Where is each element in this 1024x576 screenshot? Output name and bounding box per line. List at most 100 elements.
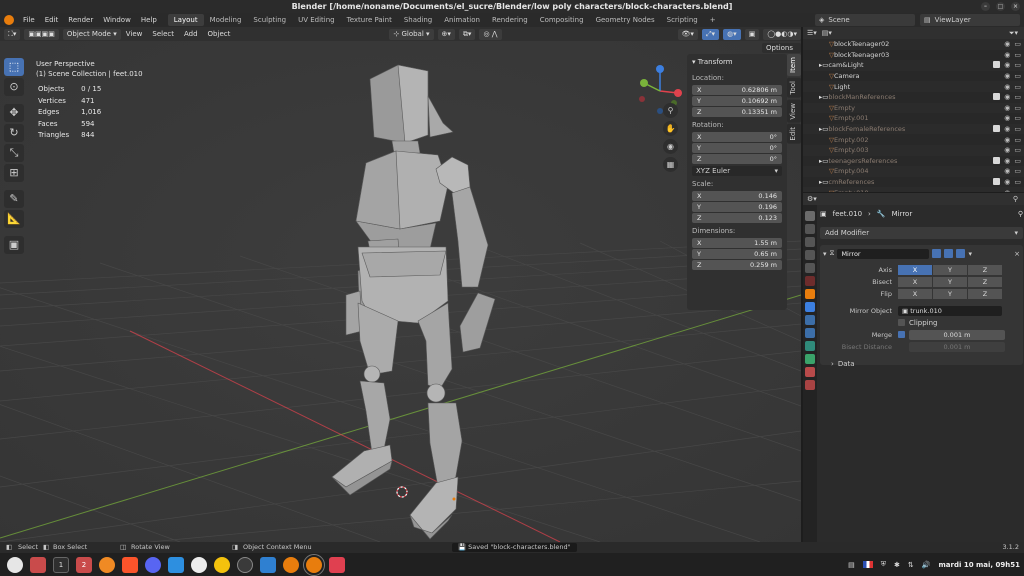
dimensions-x-field[interactable]: X 1.55 m (692, 238, 782, 248)
object-tab-icon[interactable] (805, 289, 815, 299)
data-subpanel[interactable]: › Data (823, 358, 1020, 369)
view-layer-selector[interactable]: ▤ ViewLayer (920, 14, 1020, 26)
scale-tool-icon[interactable]: ⤡ (4, 144, 24, 162)
camera-icon[interactable]: ▭ (1014, 167, 1021, 175)
outliner-item[interactable]: ▽ Empty.002 ◉ ▭ (803, 134, 1024, 145)
blender-active-icon[interactable] (303, 553, 325, 576)
maximize-icon[interactable]: □ (996, 2, 1005, 11)
camera-icon[interactable]: ▭ (1014, 136, 1021, 144)
axis-x-toggle[interactable]: X (898, 264, 932, 275)
menu-view[interactable]: View (121, 30, 148, 38)
physics-tab-icon[interactable] (805, 328, 815, 338)
camera-icon[interactable]: ▭ (1014, 93, 1021, 101)
rotate-tool-icon[interactable]: ↻ (4, 124, 24, 142)
move-tool-icon[interactable]: ✥ (4, 104, 24, 122)
camera-icon[interactable]: ▭ (1014, 83, 1021, 91)
annotate-tool-icon[interactable]: ✎ (4, 190, 24, 208)
folder-icon[interactable]: 2 (76, 556, 92, 573)
menu-edit[interactable]: Edit (40, 13, 64, 27)
discord-icon[interactable] (145, 556, 161, 573)
eye-icon[interactable]: ◉ (1004, 93, 1010, 101)
properties-search-icon[interactable]: ⚲ (1013, 195, 1018, 203)
camera-icon[interactable]: ▭ (1014, 125, 1021, 133)
render-tab-icon[interactable] (805, 224, 815, 234)
exclude-checkbox[interactable] (993, 125, 1001, 133)
flip-y-toggle[interactable]: Y (933, 288, 967, 299)
remove-modifier-icon[interactable]: × (1014, 250, 1020, 258)
edit-mode-toggle-icon[interactable] (932, 249, 942, 258)
scale-z-field[interactable]: Z 0.123 (692, 213, 782, 223)
vscode-icon[interactable] (260, 556, 276, 573)
menu-file[interactable]: File (18, 13, 40, 27)
editor-type-icon[interactable]: ⛶▾ (4, 28, 21, 40)
bisect-x-toggle[interactable]: X (898, 276, 932, 287)
dimensions-z-field[interactable]: Z 0.259 m (692, 260, 782, 270)
eye-icon[interactable]: ◉ (1004, 61, 1010, 69)
shading-mode-icons[interactable]: ◯●◐◑▾ (763, 28, 801, 40)
camera-icon[interactable]: ▭ (1014, 61, 1021, 69)
volume-icon[interactable]: 🔊 (922, 561, 931, 569)
output-tab-icon[interactable] (805, 237, 815, 247)
outliner-item[interactable]: ▽ Empty ◉ ▭ (803, 102, 1024, 114)
menu-window[interactable]: Window (98, 13, 136, 27)
file-manager-icon[interactable] (30, 556, 46, 573)
shield-icon[interactable]: ⛨ (881, 560, 886, 569)
tab-geometry-nodes[interactable]: Geometry Nodes (590, 14, 661, 26)
camera-icon[interactable]: ▭ (1014, 157, 1021, 165)
realtime-toggle-icon[interactable] (944, 249, 954, 258)
eye-icon[interactable]: ◉ (1004, 136, 1010, 144)
tab-compositing[interactable]: Compositing (534, 14, 590, 26)
data-tab-icon[interactable] (805, 354, 815, 364)
image-viewer-icon[interactable] (329, 556, 345, 573)
eye-icon[interactable]: ◉ (1004, 51, 1010, 59)
tab-texture-paint[interactable]: Texture Paint (341, 14, 398, 26)
constraints-tab-icon[interactable] (805, 341, 815, 351)
terminal-icon[interactable]: 1 (53, 556, 69, 573)
bisect-y-toggle[interactable]: Y (933, 276, 967, 287)
outliner-item[interactable]: ▽ Empty.004 ◉ ▭ (803, 166, 1024, 177)
keyboard-icon[interactable]: ▤ (848, 561, 855, 569)
exclude-checkbox[interactable] (993, 178, 1001, 186)
location-x-field[interactable]: X 0.62806 m (692, 85, 782, 95)
outliner-item[interactable]: ▽ Empty.001 ◉ ▭ (803, 113, 1024, 124)
tab-animation[interactable]: Animation (438, 14, 486, 26)
exclude-checkbox[interactable] (993, 93, 1001, 101)
add-workspace-icon[interactable]: + (704, 14, 722, 26)
axis-y-toggle[interactable]: Y (933, 264, 967, 275)
brave-icon[interactable] (122, 556, 138, 573)
render-toggle-icon[interactable] (956, 249, 966, 258)
eye-icon[interactable]: ◉ (1004, 167, 1010, 175)
outliner-item[interactable]: ▽ Light ◉ ▭ (803, 81, 1024, 92)
particles-tab-icon[interactable] (805, 315, 815, 325)
outliner-item[interactable]: ▸▭ cam&Light ◉ ▭ (803, 60, 1024, 71)
navigation-gizmo[interactable] (632, 59, 692, 119)
camera-icon[interactable]: ▭ (1014, 40, 1021, 48)
tab-edit[interactable]: Edit (787, 124, 801, 144)
visibility-icon[interactable]: 👁▾ (677, 28, 698, 40)
merge-distance-field[interactable]: 0.001 m (909, 329, 1005, 340)
add-cube-tool-icon[interactable]: ▣ (4, 236, 24, 254)
app-icon[interactable] (214, 556, 230, 573)
camera-icon[interactable]: ▭ (1014, 51, 1021, 59)
dropdown-icon[interactable]: ▾ (968, 250, 972, 258)
menu-select[interactable]: Select (147, 30, 179, 38)
firefox-icon[interactable] (99, 556, 115, 573)
merge-checkbox[interactable] (898, 331, 905, 338)
outliner-item[interactable]: ▽ blockTeenager03 ◉ ▭ (803, 50, 1024, 61)
exclude-checkbox[interactable] (993, 61, 1001, 69)
outliner-item[interactable]: ▽ Empty.010◉▭ (803, 187, 1024, 192)
eye-icon[interactable]: ◉ (1004, 114, 1010, 122)
blender-icon[interactable] (283, 556, 299, 573)
bluetooth-icon[interactable]: ✱ (894, 561, 900, 569)
tab-modeling[interactable]: Modeling (204, 14, 248, 26)
tab-uv-editing[interactable]: UV Editing (292, 14, 341, 26)
zoom-icon[interactable]: ⚲ (663, 103, 678, 118)
network-icon[interactable]: ⇅ (908, 561, 914, 569)
eye-icon[interactable]: ◉ (1004, 125, 1010, 133)
eye-icon[interactable]: ◉ (1004, 157, 1010, 165)
texture-tab-icon[interactable] (805, 380, 815, 390)
menu-help[interactable]: Help (136, 13, 162, 27)
flip-z-toggle[interactable]: Z (968, 288, 1002, 299)
camera-icon[interactable]: ▭ (1014, 114, 1021, 122)
tab-shading[interactable]: Shading (398, 14, 438, 26)
